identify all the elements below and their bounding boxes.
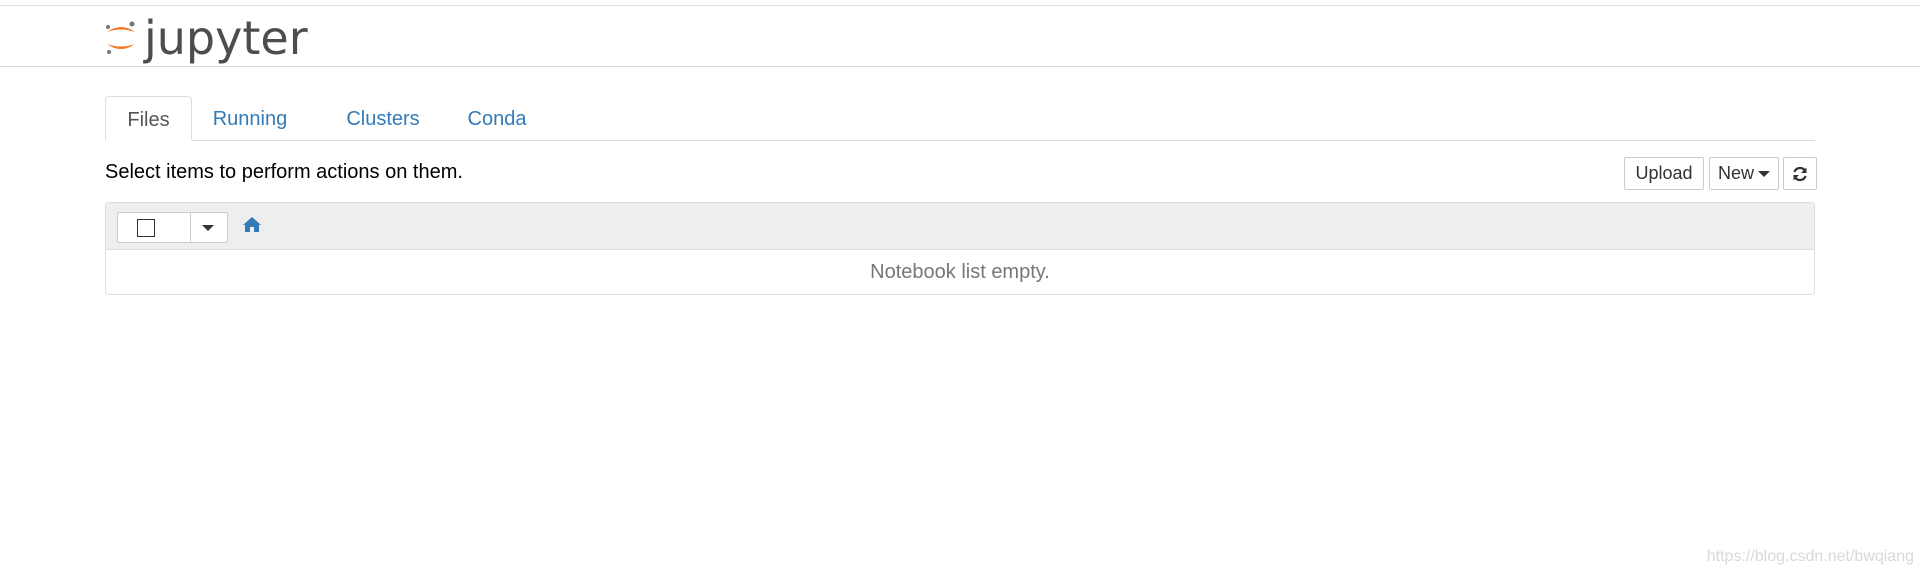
upload-button[interactable]: Upload xyxy=(1624,157,1704,190)
chevron-down-icon xyxy=(1758,171,1770,178)
tab-bar: Files Running Clusters Conda xyxy=(105,96,1815,141)
select-all-toggle[interactable] xyxy=(118,213,191,242)
select-all-group xyxy=(117,212,228,243)
refresh-button[interactable] xyxy=(1783,157,1817,190)
new-button[interactable]: New xyxy=(1709,157,1779,190)
select-menu-dropdown[interactable] xyxy=(191,213,227,242)
tab-conda[interactable]: Conda xyxy=(457,96,537,140)
empty-list-message: Notebook list empty. xyxy=(870,261,1050,283)
jupyter-dashboard: jupyter Files Running Clusters Conda Sel… xyxy=(0,0,1920,575)
jupyter-logo-icon xyxy=(106,21,135,54)
upload-label: Upload xyxy=(1635,163,1693,183)
tab-files[interactable]: Files xyxy=(105,96,192,141)
new-label: New xyxy=(1717,163,1754,183)
notebook-list: Notebook list empty. xyxy=(105,202,1815,295)
tab-running[interactable]: Running xyxy=(205,96,295,140)
selection-hint: Select items to perform actions on them. xyxy=(105,161,463,183)
watermark: https://blog.csdn.net/bwqiang xyxy=(1706,548,1914,565)
jupyter-logo[interactable]: jupyter xyxy=(104,14,308,62)
chevron-down-icon xyxy=(202,225,214,231)
logo-text: jupyter xyxy=(144,11,308,65)
home-icon[interactable] xyxy=(242,216,262,233)
tab-clusters[interactable]: Clusters xyxy=(339,96,427,140)
list-header xyxy=(106,203,1814,250)
refresh-icon xyxy=(1793,166,1807,182)
select-all-checkbox[interactable] xyxy=(137,219,155,237)
header-bar: jupyter xyxy=(0,6,1920,67)
